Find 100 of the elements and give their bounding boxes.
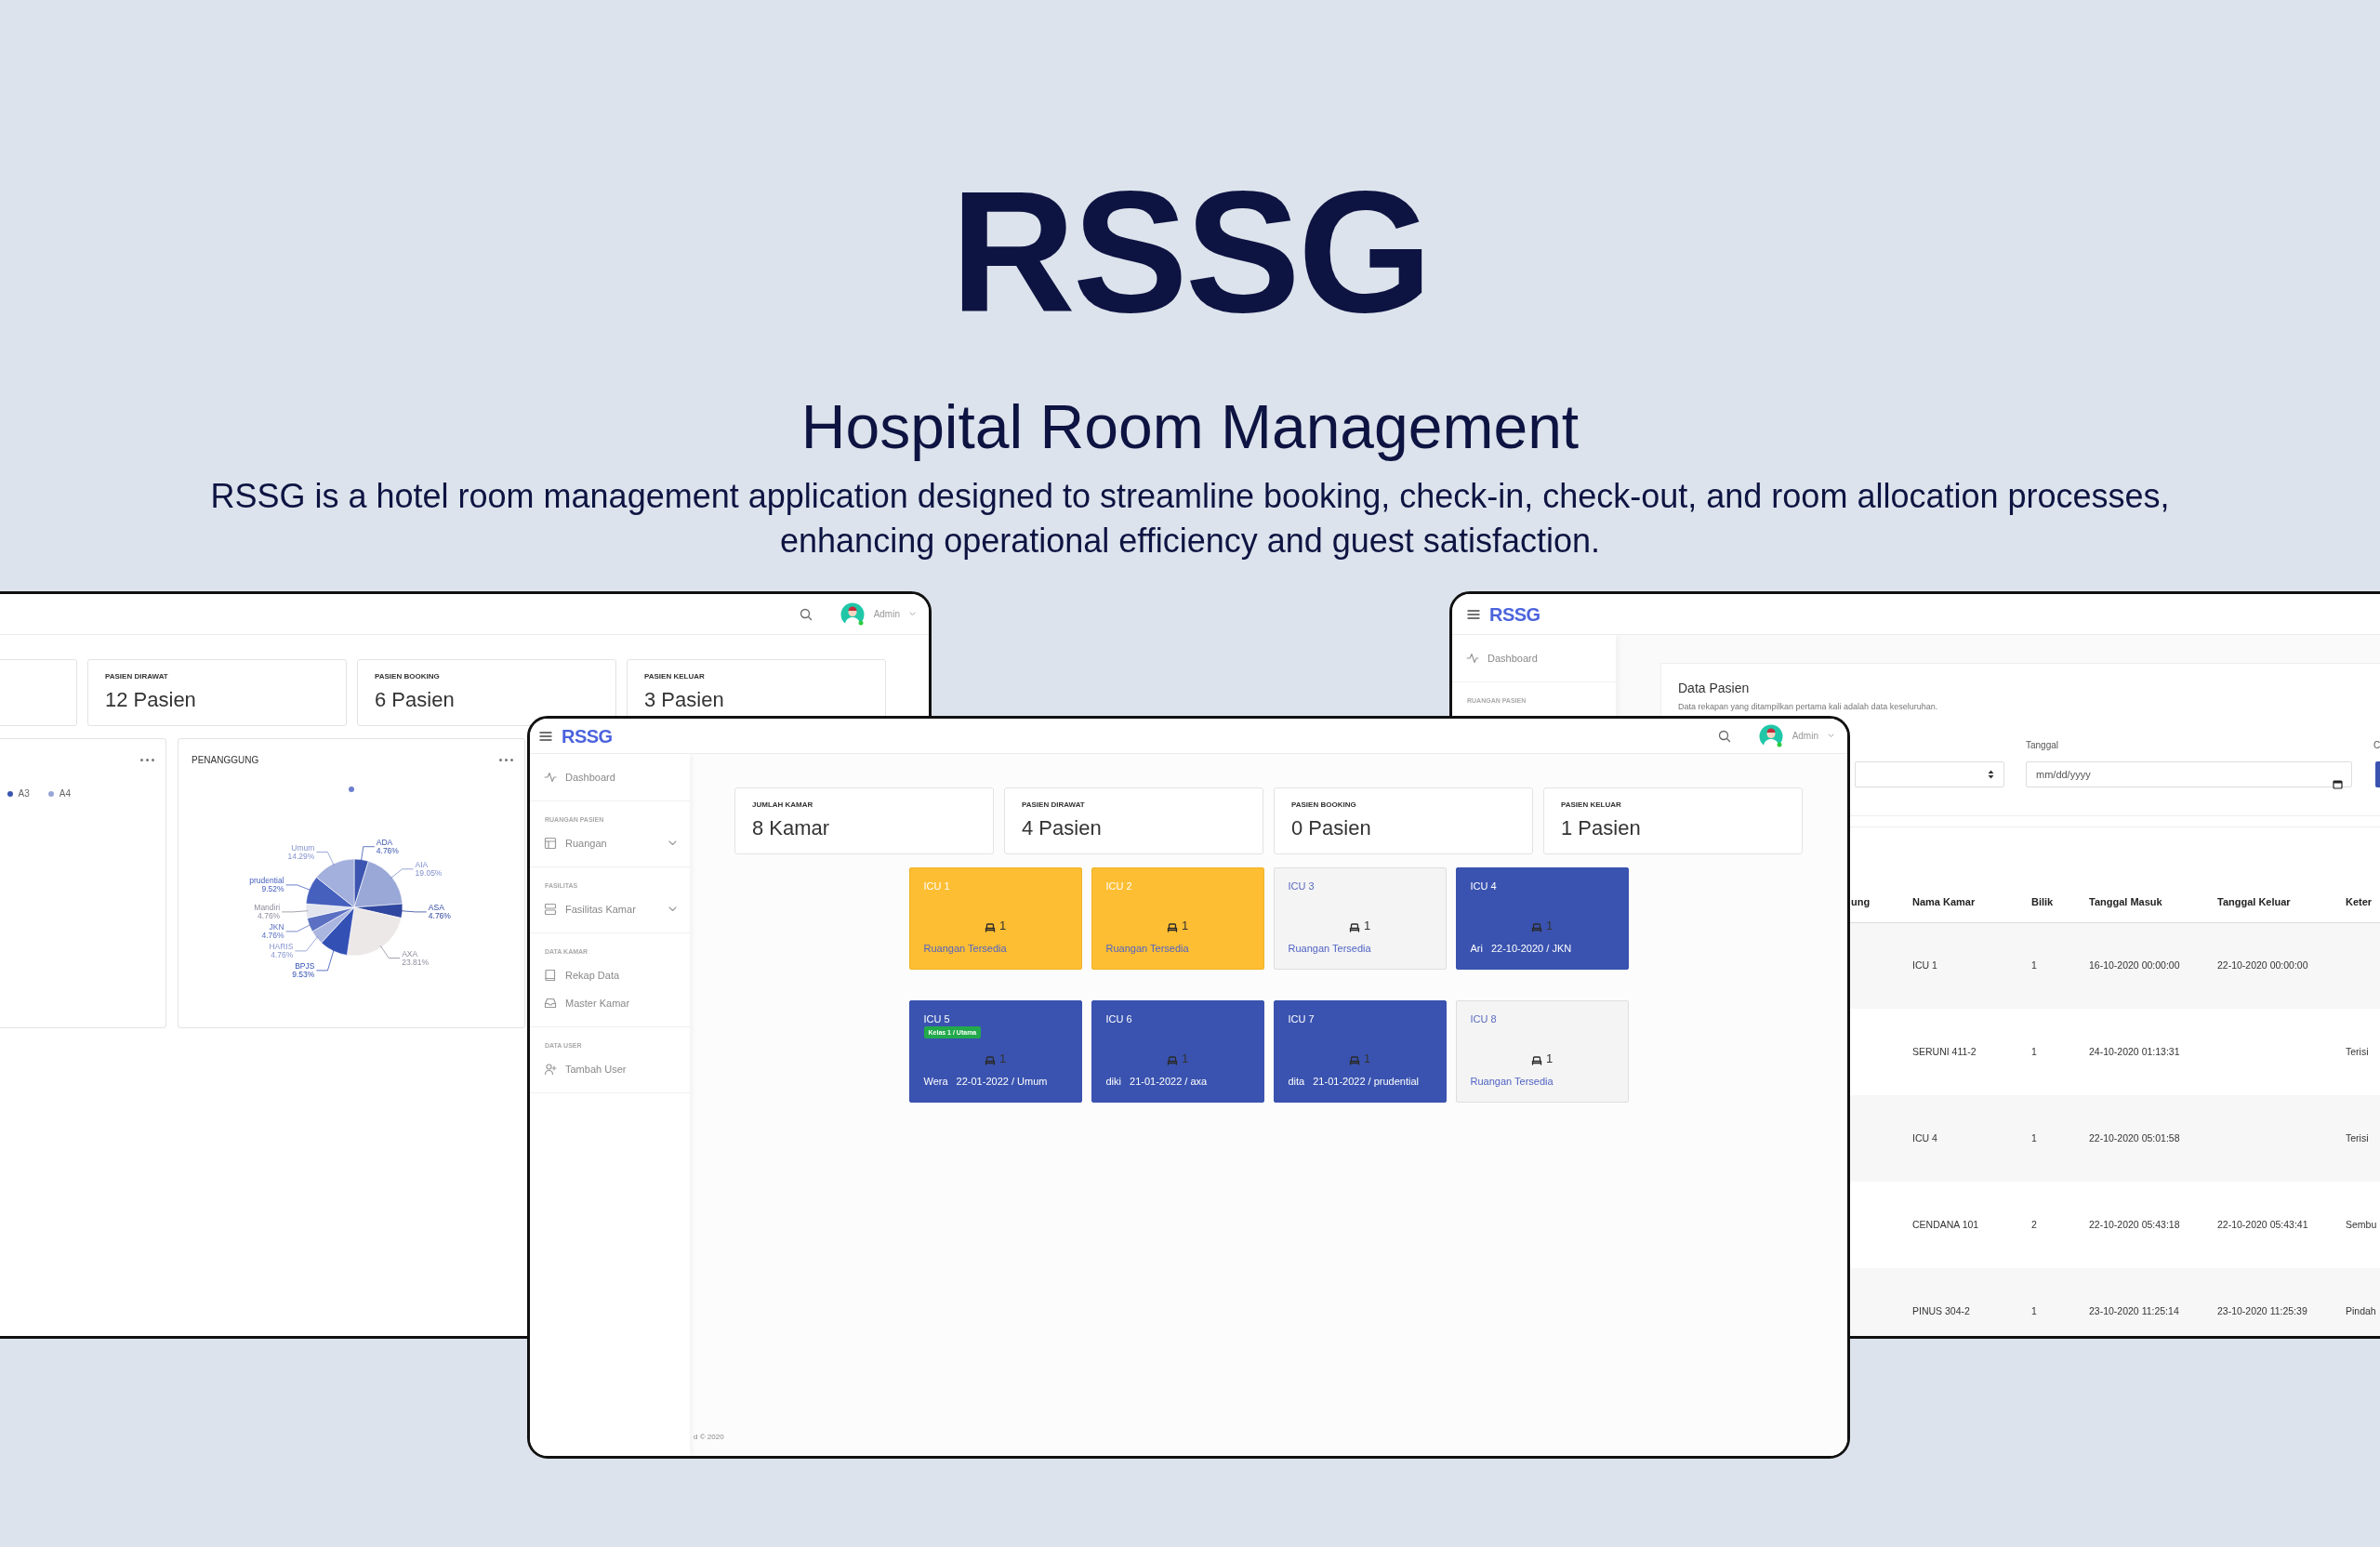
booking-detail: 21-01-2022 / axa <box>1130 1075 1208 1088</box>
room-card[interactable]: ICU 6 1 diki 21-01-2022 / axa <box>1091 1000 1264 1103</box>
server-icon <box>544 903 557 916</box>
room-name: ICU 3 <box>1288 879 1315 892</box>
room-name: ICU 4 <box>1470 879 1497 892</box>
value-label: 4.76% <box>271 949 294 959</box>
room-card[interactable]: ICU 3 1 Ruangan Tersedia <box>1273 867 1447 970</box>
room-name: ICU 6 <box>1105 1012 1132 1025</box>
menu-icon[interactable] <box>1467 608 1480 620</box>
calendar-icon[interactable] <box>2333 779 2343 789</box>
table-cell: ICU 1 <box>1907 922 2026 1009</box>
leader-line <box>295 935 319 952</box>
user-name[interactable]: Admin <box>873 607 900 621</box>
footer-text: d © 2020 <box>693 1432 725 1443</box>
category-label: Umum <box>291 842 315 853</box>
value-label: 9.53% <box>292 969 315 979</box>
table-cell: 23-10-2020 11:25:14 <box>2083 1268 2212 1336</box>
bed-icon <box>1530 923 1542 932</box>
app-logo[interactable]: RSSG <box>1489 600 1540 628</box>
room-card[interactable]: ICU 1 1 Ruangan Tersedia <box>908 867 1082 970</box>
more-icon[interactable] <box>140 758 154 761</box>
room-status: Ruangan Tersedia <box>1470 1075 1554 1088</box>
stat-label: PASIEN DIRAWAT <box>105 672 168 681</box>
booking-detail: 22-01-2022 / Umum <box>956 1075 1048 1088</box>
app-logo[interactable]: RSSG <box>562 721 613 750</box>
leader-line <box>379 945 401 959</box>
table-cell: ICU 4 <box>1907 1095 2026 1182</box>
table-cell: 1 <box>2026 1009 2083 1095</box>
room-name: ICU 2 <box>1105 879 1132 892</box>
room-status: Ruangan Tersedia <box>1105 942 1189 955</box>
pulse-icon <box>544 771 557 784</box>
sidebar-item[interactable]: Rekap Data <box>530 961 690 989</box>
table-cell: 22-10-2020 00:00:00 <box>2212 922 2340 1009</box>
leader-line <box>316 852 335 866</box>
sidebar-item[interactable]: Ruangan <box>530 829 690 857</box>
table-cell: Sembu <box>2340 1182 2380 1268</box>
select-field[interactable] <box>1855 761 2004 787</box>
bed-count: 1 <box>1181 919 1189 932</box>
search-icon[interactable] <box>1717 729 1731 743</box>
avatar-icon[interactable] <box>1758 723 1783 748</box>
pulse-icon <box>1466 652 1479 665</box>
user-name[interactable]: Admin <box>1792 729 1818 743</box>
bed-count: 1 <box>1545 919 1554 932</box>
sidebar-item[interactable]: Dashboard <box>1452 644 1616 672</box>
date-field[interactable]: mm/dd/yyyy <box>2026 761 2352 787</box>
room-card[interactable]: ICU 7 1 dita 21-01-2022 / prudential <box>1273 1000 1447 1103</box>
sidebar-item[interactable]: Tambah User <box>530 1055 690 1083</box>
room-name: ICU 1 <box>923 879 950 892</box>
column-header: Tanggal Masuk <box>2083 881 2212 922</box>
panel-subtitle: Data rekapan yang ditampilkan pertama kali adalah data keseluruhan. <box>1678 701 1938 713</box>
bed-icon <box>1166 1056 1178 1065</box>
room-card[interactable]: ICU 8 1 Ruangan Tersedia <box>1455 1000 1629 1103</box>
hero-title: RSSG <box>949 165 1431 338</box>
table-cell: 22-10-2020 05:43:18 <box>2083 1182 2212 1268</box>
table-cell: Terisi <box>2340 1009 2380 1095</box>
category-label: BPJS <box>295 960 315 971</box>
stat-label: PASIEN KELUAR <box>1561 800 1621 810</box>
leader-line <box>285 923 311 932</box>
avatar-icon[interactable] <box>840 602 865 627</box>
search-icon[interactable] <box>799 607 813 621</box>
bed-icon <box>1348 1056 1360 1065</box>
stat-label: PASIEN BOOKING <box>375 672 440 681</box>
value-label: 4.76% <box>428 910 451 920</box>
sidebar-item[interactable]: Master Kamar <box>530 989 690 1017</box>
table-cell: 2 <box>2026 1182 2083 1268</box>
stat-value: 3 Pasien <box>644 687 724 713</box>
bed-icon <box>984 923 996 932</box>
category-label: Mandiri <box>254 902 281 912</box>
sidebar-item[interactable]: Dashboard <box>530 763 690 791</box>
bed-count: 1 <box>1363 919 1371 932</box>
sort-arrows-icon <box>1988 770 1994 779</box>
menu-icon[interactable] <box>539 730 552 742</box>
book-icon <box>544 969 557 982</box>
stat-label: PASIEN DIRAWAT <box>1022 800 1085 810</box>
more-icon[interactable] <box>499 758 513 761</box>
column-header: Nama Kamar <box>1907 881 2026 922</box>
room-status: Ruangan Tersedia <box>1288 942 1371 955</box>
patient-name: diki <box>1105 1075 1121 1088</box>
room-name: ICU 8 <box>1470 1012 1497 1025</box>
booking-detail: 21-01-2022 / prudential <box>1313 1075 1419 1088</box>
room-card[interactable]: ICU 2 1 Ruangan Tersedia <box>1091 867 1264 970</box>
leader-line <box>285 884 311 892</box>
table-cell: SERUNI 411-2 <box>1907 1009 2026 1095</box>
bed-count: 1 <box>1363 1052 1371 1065</box>
room-card[interactable]: ICU 4 1 Ari 22-10-2020 / JKN <box>1455 867 1629 970</box>
value-label: 9.52% <box>261 883 284 893</box>
column-header: Keter <box>2340 881 2380 922</box>
leader-line <box>316 948 335 972</box>
hero-description: RSSG is a hotel room management application designed to streamline booking, check-in, check-out, and room allocation processes, enhancing operational efficiency and guest satisfaction. <box>209 476 2171 562</box>
field-label: Tanggal <box>2026 739 2059 752</box>
value-label: 14.29% <box>287 851 315 861</box>
sidebar-item[interactable]: Fasilitas Kamar <box>530 895 690 923</box>
field-label: C <box>2373 739 2380 752</box>
leader-line <box>400 910 428 913</box>
user-plus-icon <box>544 1063 557 1076</box>
table-cell: Pindah <box>2340 1268 2380 1336</box>
panel-title: Data Pasien <box>1678 680 1750 697</box>
stat-value: 8 Kamar <box>752 815 830 841</box>
table-cell: 16-10-2020 00:00:00 <box>2083 922 2212 1009</box>
legend-dot <box>349 787 354 792</box>
